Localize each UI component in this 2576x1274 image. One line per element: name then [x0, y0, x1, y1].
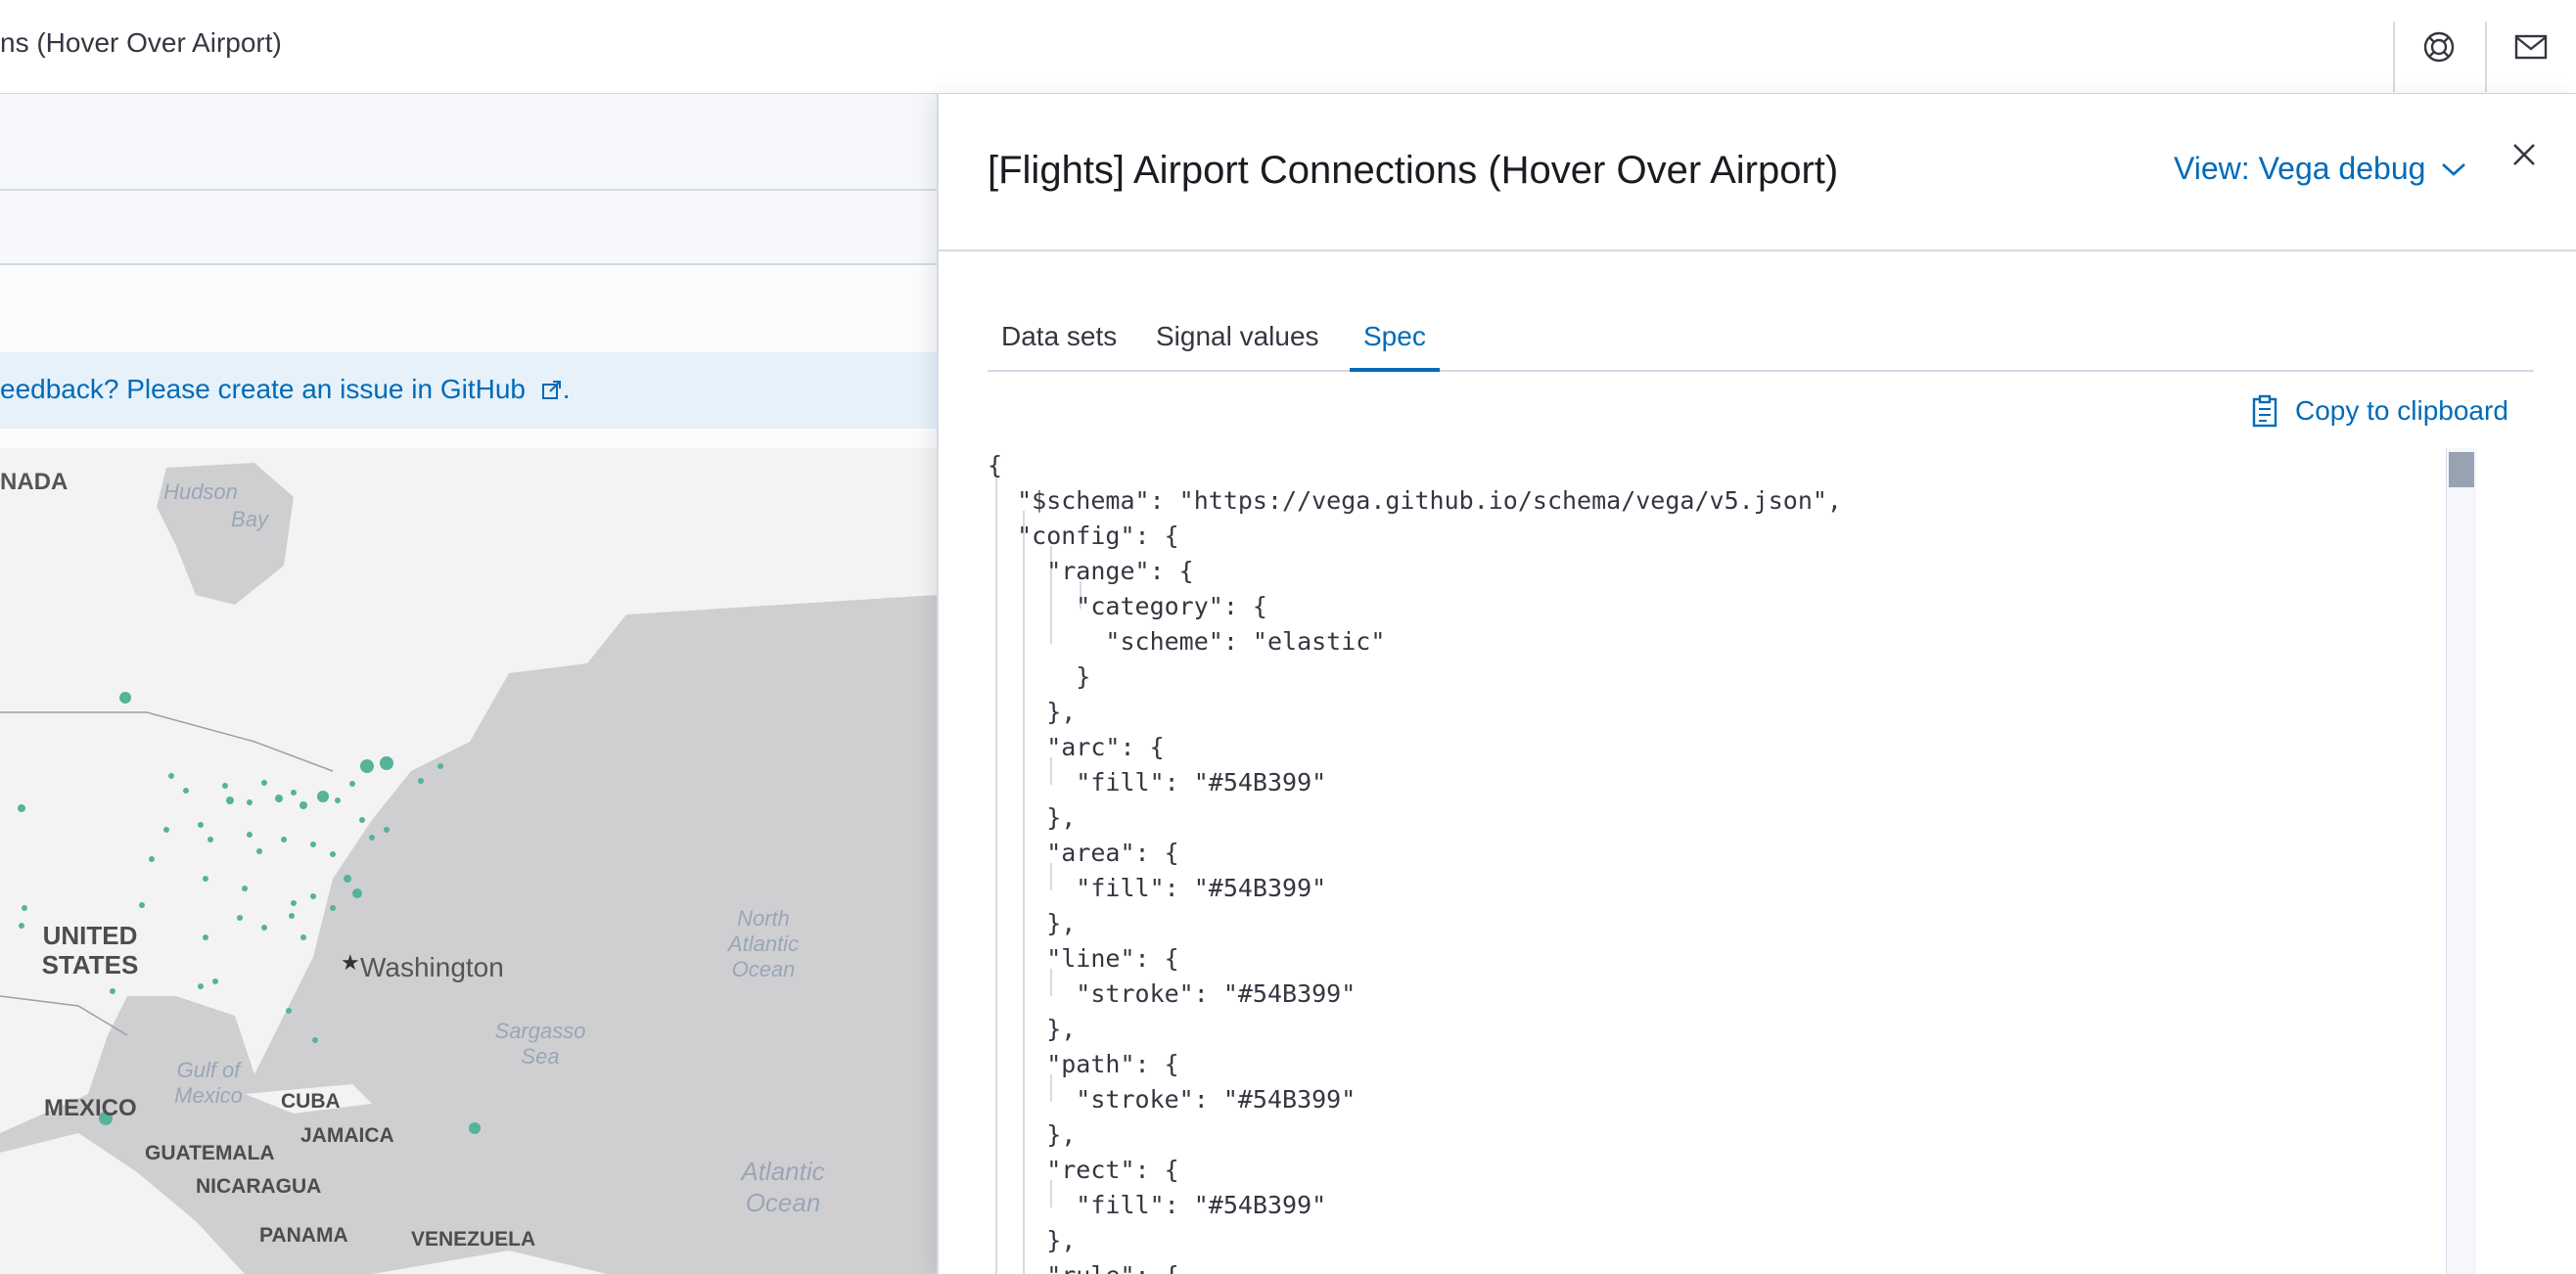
- label-canada: NADA: [0, 469, 68, 495]
- callout-period: .: [562, 374, 571, 404]
- code-line: "stroke": "#54B399": [988, 979, 1357, 1008]
- label-atlantic: Atlantic: [739, 1157, 824, 1186]
- label-mexico: MEXICO: [44, 1095, 137, 1121]
- flyout-header-divider: [939, 250, 2576, 251]
- label-panama: PANAMA: [259, 1224, 348, 1247]
- lifebuoy-icon: [2423, 31, 2455, 63]
- external-link-icon: [541, 381, 561, 399]
- toolbar-band: [0, 94, 937, 191]
- label-cuba: CUBA: [281, 1090, 341, 1113]
- code-line: },: [988, 1226, 1077, 1254]
- mail-button[interactable]: [2509, 25, 2553, 68]
- code-line: {: [988, 451, 1003, 479]
- code-line: "rect": {: [988, 1156, 1179, 1184]
- code-line: "fill": "#54B399": [988, 768, 1327, 796]
- code-line: "area": {: [988, 839, 1179, 867]
- label-jamaica: JAMAICA: [300, 1124, 394, 1147]
- label-north-atlantic: North: [737, 906, 790, 931]
- inspector-flyout: [Flights] Airport Connections (Hover Ove…: [937, 94, 2576, 1274]
- code-line: }: [988, 662, 1091, 691]
- code-line: "path": {: [988, 1050, 1179, 1078]
- feedback-link[interactable]: eedback? Please create an issue in GitHu…: [0, 374, 526, 404]
- land-south-america: [372, 1251, 607, 1274]
- map-canvas[interactable]: ★ NADA Hudson Bay UNITED STATES Washingt…: [0, 448, 937, 1274]
- label-guatemala: GUATEMALA: [145, 1142, 275, 1164]
- land-north-america: [0, 448, 937, 1133]
- clipboard-icon: [2252, 394, 2277, 428]
- code-line: },: [988, 1120, 1077, 1149]
- filter-band: [0, 265, 937, 348]
- label-north-atlantic-2: Atlantic: [726, 932, 799, 956]
- code-line: },: [988, 909, 1077, 937]
- flyout-title: [Flights] Airport Connections (Hover Ove…: [988, 149, 1839, 192]
- capital-star: ★: [341, 951, 360, 976]
- code-line: "range": {: [988, 557, 1194, 585]
- tab-spec[interactable]: Spec: [1350, 315, 1440, 372]
- code-line: "fill": "#54B399": [988, 1191, 1327, 1219]
- top-header: ns (Hover Over Airport): [0, 0, 2576, 95]
- code-line: "category": {: [988, 592, 1267, 620]
- label-venezuela: VENEZUELA: [411, 1228, 535, 1251]
- label-united-states: UNITED: [43, 921, 138, 950]
- code-line: },: [988, 1015, 1077, 1043]
- view-selector[interactable]: View: Vega debug: [2174, 151, 2466, 187]
- airport-map[interactable]: ★ NADA Hudson Bay UNITED STATES Washingt…: [0, 448, 937, 1274]
- label-hudson-bay: Hudson: [163, 479, 238, 504]
- code-line: },: [988, 803, 1077, 832]
- code-line: "stroke": "#54B399": [988, 1085, 1357, 1114]
- feedback-callout: eedback? Please create an issue in GitHu…: [0, 352, 937, 429]
- header-divider: [2393, 22, 2395, 92]
- close-button[interactable]: [2505, 135, 2544, 174]
- code-line: "arc": {: [988, 733, 1165, 761]
- code-line: "config": {: [988, 522, 1179, 550]
- label-gulf: Gulf of: [177, 1058, 244, 1082]
- code-line: "line": {: [988, 944, 1179, 973]
- breadcrumb-title[interactable]: ns (Hover Over Airport): [0, 27, 282, 59]
- scrollbar-thumb[interactable]: [2449, 452, 2474, 487]
- chevron-down-icon: [2442, 162, 2466, 176]
- label-north-atlantic-3: Ocean: [732, 957, 796, 981]
- label-washington: Washington: [360, 952, 504, 982]
- label-sargasso-2: Sea: [521, 1044, 559, 1069]
- spec-code-block[interactable]: { "$schema": "https://vega.github.io/sch…: [988, 448, 2495, 1274]
- copy-to-clipboard-button[interactable]: Copy to clipboard: [2250, 389, 2508, 432]
- label-gulf-2: Mexico: [174, 1083, 243, 1108]
- code-line: "scheme": "elastic": [988, 627, 1386, 656]
- label-atlantic-2: Ocean: [746, 1188, 821, 1217]
- mail-icon: [2514, 34, 2548, 60]
- close-icon: [2513, 144, 2535, 165]
- query-bar-band: [0, 191, 937, 265]
- copy-label: Copy to clipboard: [2295, 395, 2508, 426]
- label-hudson-bay-2: Bay: [231, 507, 270, 531]
- header-divider: [2485, 22, 2487, 92]
- label-nicaragua: NICARAGUA: [196, 1175, 321, 1198]
- inspector-tabs: Data sets Signal values Spec: [988, 309, 2534, 372]
- tab-data-sets[interactable]: Data sets: [988, 315, 1130, 368]
- code-line: },: [988, 698, 1077, 726]
- label-united-states-2: STATES: [42, 950, 139, 979]
- code-line: "rule": {: [988, 1258, 2465, 1274]
- help-button[interactable]: [2417, 25, 2461, 68]
- tab-signal-values[interactable]: Signal values: [1142, 315, 1333, 368]
- label-sargasso: Sargasso: [495, 1019, 586, 1043]
- code-line: "fill": "#54B399": [988, 874, 1327, 902]
- code-line: "$schema": "https://vega.github.io/schem…: [988, 486, 1842, 515]
- view-selector-label: View: Vega debug: [2174, 151, 2426, 186]
- visualization-background: eedback? Please create an issue in GitHu…: [0, 94, 937, 1274]
- code-scrollbar[interactable]: [2446, 448, 2476, 1274]
